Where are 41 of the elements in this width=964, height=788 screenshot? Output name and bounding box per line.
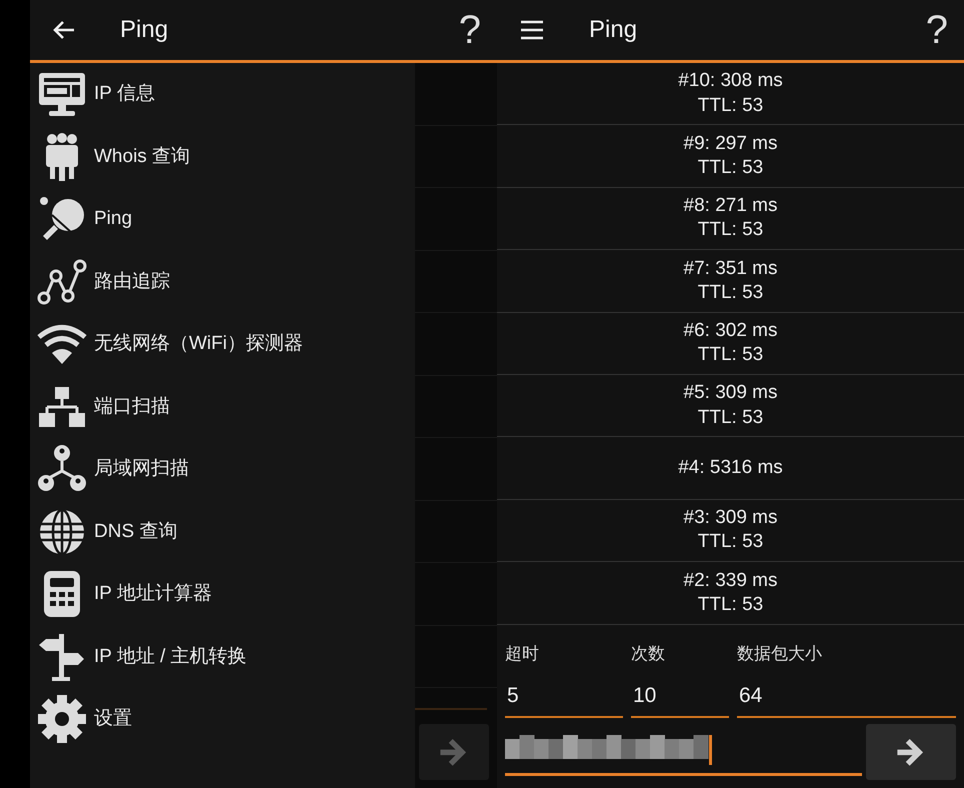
help-button[interactable]: ?: [458, 10, 481, 50]
field-label: 次数: [631, 642, 666, 665]
number-field[interactable]: 10: [631, 674, 729, 718]
drawer-item[interactable]: 设置: [30, 688, 415, 750]
result-text: #4: 5316 ms: [678, 456, 783, 480]
result-text: #8: 271 ms: [684, 194, 778, 218]
number-field[interactable]: 5: [505, 674, 623, 718]
help-button[interactable]: ?: [926, 10, 948, 50]
field-label: 超时: [505, 642, 540, 665]
drawer-item[interactable]: IP 信息: [30, 63, 415, 126]
drawer-item[interactable]: Whois 查询: [30, 126, 415, 188]
ttl-text: TTL: 53: [698, 530, 764, 554]
ttl-text: TTL: 53: [698, 406, 764, 430]
result-text: #3: 309 ms: [684, 506, 778, 530]
drawer-item[interactable]: 路由追踪: [30, 250, 415, 313]
ttl-text: TTL: 53: [698, 343, 764, 368]
settings-icon: [36, 693, 88, 746]
drawer-item[interactable]: Ping: [30, 188, 415, 250]
screen-title: Ping: [589, 15, 638, 45]
drawer-item[interactable]: 无线网络（WiFi）探测器: [30, 313, 415, 376]
drawer-item[interactable]: 端口扫描: [30, 376, 415, 438]
result-text: #9: 297 ms: [684, 132, 778, 156]
result-text: #2: 339 ms: [684, 568, 778, 592]
drawer-item[interactable]: DNS 查询: [30, 500, 415, 563]
screen-title: Ping: [120, 15, 170, 45]
ttl-text: TTL: 53: [698, 94, 764, 118]
drawer-item[interactable]: IP 地址计算器: [30, 563, 415, 626]
ttl-text: TTL: 53: [698, 592, 764, 617]
number-field[interactable]: 64: [737, 674, 956, 718]
ttl-text: TTL: 53: [698, 218, 764, 242]
result-text: #5: 309 ms: [684, 381, 778, 406]
field-label: 数据包大小: [737, 642, 823, 665]
drawer-item[interactable]: IP 地址 / 主机转换: [30, 626, 415, 688]
start-button[interactable]: [866, 724, 956, 780]
ttl-text: TTL: 53: [698, 156, 764, 180]
ttl-text: TTL: 53: [698, 280, 764, 305]
start-button[interactable]: [419, 724, 489, 780]
result-text: #10: 308 ms: [678, 69, 783, 94]
result-text: #7: 351 ms: [684, 256, 778, 281]
drawer-item[interactable]: 局域网扫描: [30, 438, 415, 500]
result-text: #6: 302 ms: [684, 318, 778, 343]
